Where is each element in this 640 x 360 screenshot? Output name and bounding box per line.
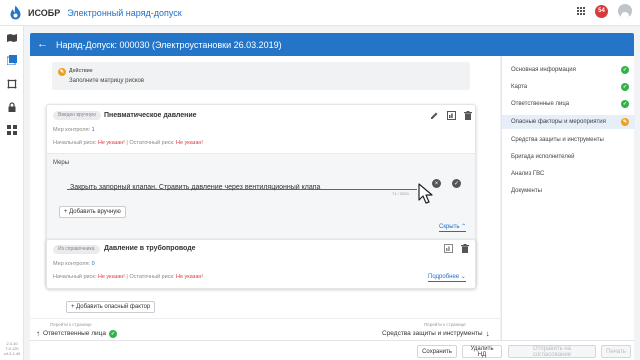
chevron-up-icon: ⌃ [461, 224, 467, 230]
section-gas-analysis[interactable]: Анализ ГВС [511, 167, 629, 181]
left-navigation: 2.3.10 7.0.120 v4.3.1.40 [0, 26, 24, 360]
controls-count: Мер контроля: 0 [53, 261, 95, 267]
char-counter: 71 / 2000 [392, 191, 409, 196]
back-arrow-icon[interactable]: ← [37, 39, 48, 50]
add-hazard-factor-button[interactable]: + Добавить опасный фактор [66, 301, 156, 313]
mouse-cursor-icon [418, 183, 433, 204]
edit-pencil-icon[interactable] [430, 111, 439, 120]
matrix-icon[interactable] [447, 111, 456, 120]
factor-title: Давление в трубопроводе [104, 245, 196, 252]
document-header: ← Наряд-Допуск: 000030 (Электроустановки… [30, 33, 634, 56]
delete-button[interactable]: Удалить НД [462, 345, 502, 358]
save-button[interactable]: Сохранить [417, 345, 457, 358]
measure-input-wrap [67, 176, 417, 194]
page-title: Наряд-Допуск: 000030 (Электроустановки 2… [56, 39, 282, 50]
pencil-status-icon: ✎ [58, 68, 66, 76]
app-subtitle[interactable]: Электронный наряд-допуск [67, 8, 182, 18]
source-tag: Из справочника [53, 245, 100, 254]
done-check-icon: ✓ [621, 100, 629, 108]
section-documents[interactable]: Документы [511, 184, 629, 198]
done-check-icon: ✓ [621, 66, 629, 74]
map-icon[interactable] [6, 32, 18, 44]
arrow-up-icon: ↑ [36, 329, 40, 338]
arrow-down-icon: ↓ [485, 329, 490, 338]
page-navigation: Перейти к странице ↑ Ответственные лица … [30, 318, 500, 340]
factor-title: Пневматическое давление [104, 112, 197, 119]
add-manual-button[interactable]: + Добавить вручную [59, 206, 126, 218]
prev-page-link[interactable]: ↑ Ответственные лица ✓ [36, 329, 117, 338]
section-main-info[interactable]: Основная информация ✓ [511, 63, 629, 77]
action-label: Действие [69, 68, 93, 74]
done-check-icon: ✓ [621, 83, 629, 91]
section-brigade[interactable]: Бригада исполнителей [511, 150, 629, 164]
in-progress-pencil-icon: ✎ [621, 118, 629, 126]
footer-actions: Сохранить Удалить НД Отправить на соглас… [30, 340, 634, 360]
lock-icon[interactable] [6, 101, 18, 113]
collapse-link[interactable]: Скрыть ⌃ [439, 223, 467, 232]
section-hazards[interactable]: Опасные факторы и мероприятия ✎ [511, 115, 629, 129]
done-check-icon: ✓ [108, 329, 117, 338]
risk-summary: Начальный риск: Не указан! | Остаточный … [53, 274, 203, 280]
flame-logo-icon [10, 5, 21, 20]
section-map[interactable]: Карта ✓ [511, 80, 629, 94]
app-version: 2.3.10 7.0.120 v4.3.1.40 [3, 341, 21, 356]
prev-hint: Перейти к странице [50, 322, 92, 327]
notifications-badge[interactable]: 54 [595, 4, 608, 18]
apps-grid-icon[interactable] [577, 7, 585, 15]
chevron-down-icon: ⌄ [460, 274, 466, 280]
next-page-link[interactable]: Средства защиты и инструменты ↓ [382, 329, 490, 338]
card-actions [430, 111, 472, 120]
more-link[interactable]: Подробнее ⌄ [428, 273, 466, 282]
controls-count: Мер контроля: 1 [53, 127, 95, 133]
action-text: Заполните матрицу рисков [69, 78, 145, 84]
trash-icon[interactable] [461, 244, 469, 253]
user-avatar-icon[interactable] [618, 4, 632, 18]
card-actions [444, 244, 469, 253]
action-notice: ✎ Действие Заполните матрицу рисков [52, 62, 470, 90]
hazard-factor-card: Из справочника Давление в трубопроводе М… [46, 239, 476, 289]
risk-summary: Начальный риск: Не указан! | Остаточный … [53, 140, 203, 146]
documents-icon[interactable] [6, 54, 18, 66]
confirm-check-icon[interactable]: ✓ [452, 179, 461, 188]
print-button[interactable]: Печать [601, 345, 631, 358]
matrix-icon[interactable] [444, 244, 453, 253]
send-for-approval-button[interactable]: Отправить на согласование [508, 345, 596, 358]
trash-icon[interactable] [464, 111, 472, 120]
dashboard-icon[interactable] [6, 124, 18, 136]
next-hint: Перейти к странице [424, 322, 466, 327]
top-right-controls: 54 [577, 4, 632, 18]
puzzle-icon[interactable] [6, 78, 18, 90]
measure-input[interactable] [67, 181, 417, 194]
measures-label: Меры [53, 160, 70, 166]
app-name: ИСОБР [28, 7, 61, 18]
section-protection[interactable]: Средства защиты и инструменты [511, 133, 629, 147]
section-responsible[interactable]: Ответственные лица ✓ [511, 97, 629, 111]
top-bar: ИСОБР Электронный наряд-допуск 54 [0, 0, 640, 26]
sections-panel: Основная информация ✓ Карта ✓ Ответствен… [501, 56, 635, 340]
source-tag: Введен вручную [53, 111, 101, 120]
